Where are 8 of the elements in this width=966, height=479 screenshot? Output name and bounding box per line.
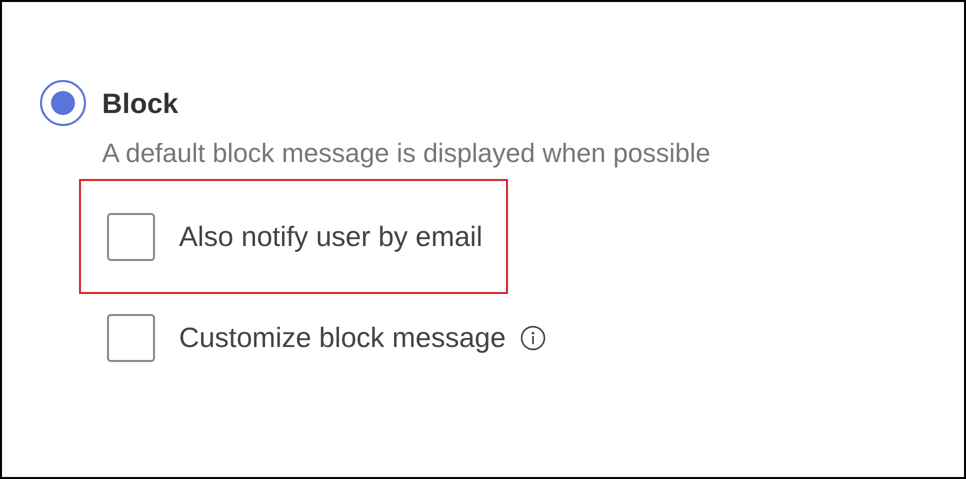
checkbox[interactable] [107, 212, 155, 260]
description-text: A default block message is displayed when possible [102, 137, 710, 169]
checkbox[interactable] [107, 314, 155, 362]
radio-label: Block [102, 88, 178, 120]
radio-button[interactable] [40, 80, 86, 126]
info-icon[interactable] [520, 325, 546, 351]
checkbox-label: Also notify user by email [179, 220, 482, 254]
checkbox-label: Customize block message [179, 321, 506, 355]
